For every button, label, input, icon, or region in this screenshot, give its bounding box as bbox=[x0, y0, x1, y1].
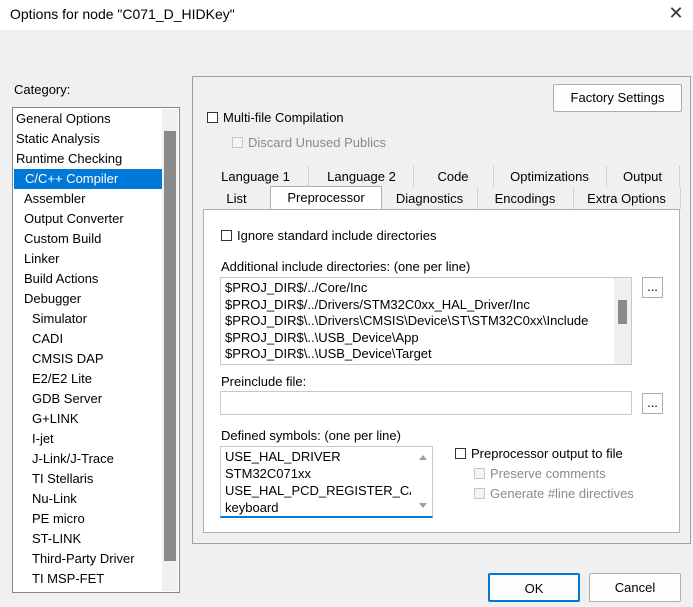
category-item[interactable]: GDB Server bbox=[13, 389, 102, 409]
preserve-comments-label: Preserve comments bbox=[490, 466, 606, 481]
category-item[interactable]: Custom Build bbox=[13, 229, 101, 249]
tab-output[interactable]: Output bbox=[606, 166, 680, 187]
category-scroll-thumb[interactable] bbox=[164, 131, 176, 561]
tab-language-1[interactable]: Language 1 bbox=[203, 166, 309, 187]
category-item[interactable]: TI MSP-FET bbox=[13, 569, 104, 589]
category-item[interactable]: General Options bbox=[13, 109, 111, 129]
scroll-up-icon[interactable] bbox=[419, 455, 427, 460]
include-dirs-label: Additional include directories: (one per… bbox=[221, 259, 471, 274]
multifile-checkbox[interactable] bbox=[207, 112, 218, 123]
text-line: $PROJ_DIR$\..\USB_Device\Target bbox=[225, 346, 432, 361]
defined-symbols-label: Defined symbols: (one per line) bbox=[221, 428, 401, 443]
ignore-std-checkbox[interactable] bbox=[221, 230, 232, 241]
tab-preprocessor[interactable]: Preprocessor bbox=[270, 186, 382, 210]
tab-extra-options[interactable]: Extra Options bbox=[573, 188, 681, 209]
tab-code[interactable]: Code bbox=[413, 166, 494, 187]
tab-language-2[interactable]: Language 2 bbox=[310, 166, 414, 187]
tab-list[interactable]: List bbox=[203, 188, 271, 209]
tab-diagnostics[interactable]: Diagnostics bbox=[382, 188, 478, 209]
tab-optimizations[interactable]: Optimizations bbox=[493, 166, 607, 187]
defined-symbols-textarea[interactable]: USE_HAL_DRIVER STM32C071xx USE_HAL_PCD_REG… bbox=[220, 446, 433, 518]
category-scrollbar[interactable] bbox=[162, 109, 178, 591]
defined-symbols-scrollbar[interactable] bbox=[415, 447, 432, 516]
category-list[interactable]: General Options Static Analysis Runtime Ch… bbox=[12, 107, 180, 593]
category-item[interactable]: I-jet bbox=[13, 429, 54, 449]
category-item[interactable]: C/C++ Compiler bbox=[14, 169, 168, 189]
preproc-output-label: Preprocessor output to file bbox=[471, 446, 623, 461]
category-item[interactable]: J-Link/J-Trace bbox=[13, 449, 114, 469]
category-item[interactable]: Nu-Link bbox=[13, 489, 77, 509]
category-item[interactable]: Static Analysis bbox=[13, 129, 100, 149]
text-line: $PROJ_DIR$/../Core/Inc bbox=[225, 280, 368, 295]
cancel-button[interactable]: Cancel bbox=[589, 573, 681, 602]
ok-button[interactable]: OK bbox=[488, 573, 580, 602]
category-item[interactable]: Linker bbox=[13, 249, 59, 269]
include-dirs-browse-button[interactable]: ... bbox=[642, 277, 663, 298]
text-line: $PROJ_DIR$/../Drivers/STM32C0xx_HAL_Driv… bbox=[225, 296, 530, 312]
discard-checkbox bbox=[232, 137, 243, 148]
category-item[interactable]: Assembler bbox=[13, 189, 85, 209]
window-title: Options for node "C071_D_HIDKey" bbox=[10, 6, 235, 22]
generate-line-label: Generate #line directives bbox=[490, 486, 634, 501]
include-dirs-scroll-thumb[interactable] bbox=[618, 300, 627, 324]
category-item[interactable]: ST-LINK bbox=[13, 529, 81, 549]
discard-label: Discard Unused Publics bbox=[248, 135, 387, 150]
scroll-down-icon[interactable] bbox=[419, 503, 427, 508]
close-icon[interactable]: ✕ bbox=[663, 2, 689, 24]
text-line: keyboard bbox=[225, 500, 279, 515]
category-item[interactable]: CADI bbox=[13, 329, 63, 349]
category-item[interactable]: Simulator bbox=[13, 309, 87, 329]
multifile-label: Multi-file Compilation bbox=[223, 110, 344, 125]
text-line: $PROJ_DIR$\..\USB_Device\App bbox=[225, 329, 419, 345]
category-item[interactable]: Build Actions bbox=[13, 269, 98, 289]
category-label: Category: bbox=[14, 82, 71, 97]
text-line: STM32C071xx bbox=[225, 466, 311, 481]
category-item[interactable]: G+LINK bbox=[13, 409, 79, 429]
preinclude-input[interactable] bbox=[220, 391, 632, 415]
category-item[interactable]: TI Stellaris bbox=[13, 469, 93, 489]
category-item[interactable]: Runtime Checking bbox=[13, 149, 122, 169]
category-item[interactable]: PE micro bbox=[13, 509, 85, 529]
generate-line-checkbox bbox=[474, 488, 485, 499]
category-item[interactable]: CMSIS DAP bbox=[13, 349, 104, 369]
preserve-comments-checkbox bbox=[474, 468, 485, 479]
category-item[interactable]: Debugger bbox=[13, 289, 81, 309]
preproc-output-checkbox[interactable] bbox=[455, 448, 466, 459]
category-item[interactable]: Third-Party Driver bbox=[13, 549, 135, 569]
ignore-std-label: Ignore standard include directories bbox=[237, 228, 437, 243]
preinclude-browse-button[interactable]: ... bbox=[642, 393, 663, 414]
text-line: $PROJ_DIR$\..\Drivers\CMSIS\Device\ST\ST… bbox=[225, 313, 589, 328]
text-line: USE_HAL_DRIVER bbox=[225, 449, 341, 464]
preinclude-label: Preinclude file: bbox=[221, 374, 307, 389]
tab-encodings[interactable]: Encodings bbox=[477, 188, 574, 209]
category-item[interactable]: Output Converter bbox=[13, 209, 124, 229]
factory-settings-button[interactable]: Factory Settings bbox=[553, 84, 682, 112]
include-dirs-scrollbar[interactable] bbox=[614, 278, 631, 364]
text-line: USE_HAL_PCD_REGISTER_CALLBACKS bbox=[225, 483, 411, 498]
include-dirs-textarea[interactable]: $PROJ_DIR$/../Core/Inc $PROJ_DIR$/../Driv… bbox=[220, 277, 632, 365]
category-item[interactable]: E2/E2 Lite bbox=[13, 369, 92, 389]
